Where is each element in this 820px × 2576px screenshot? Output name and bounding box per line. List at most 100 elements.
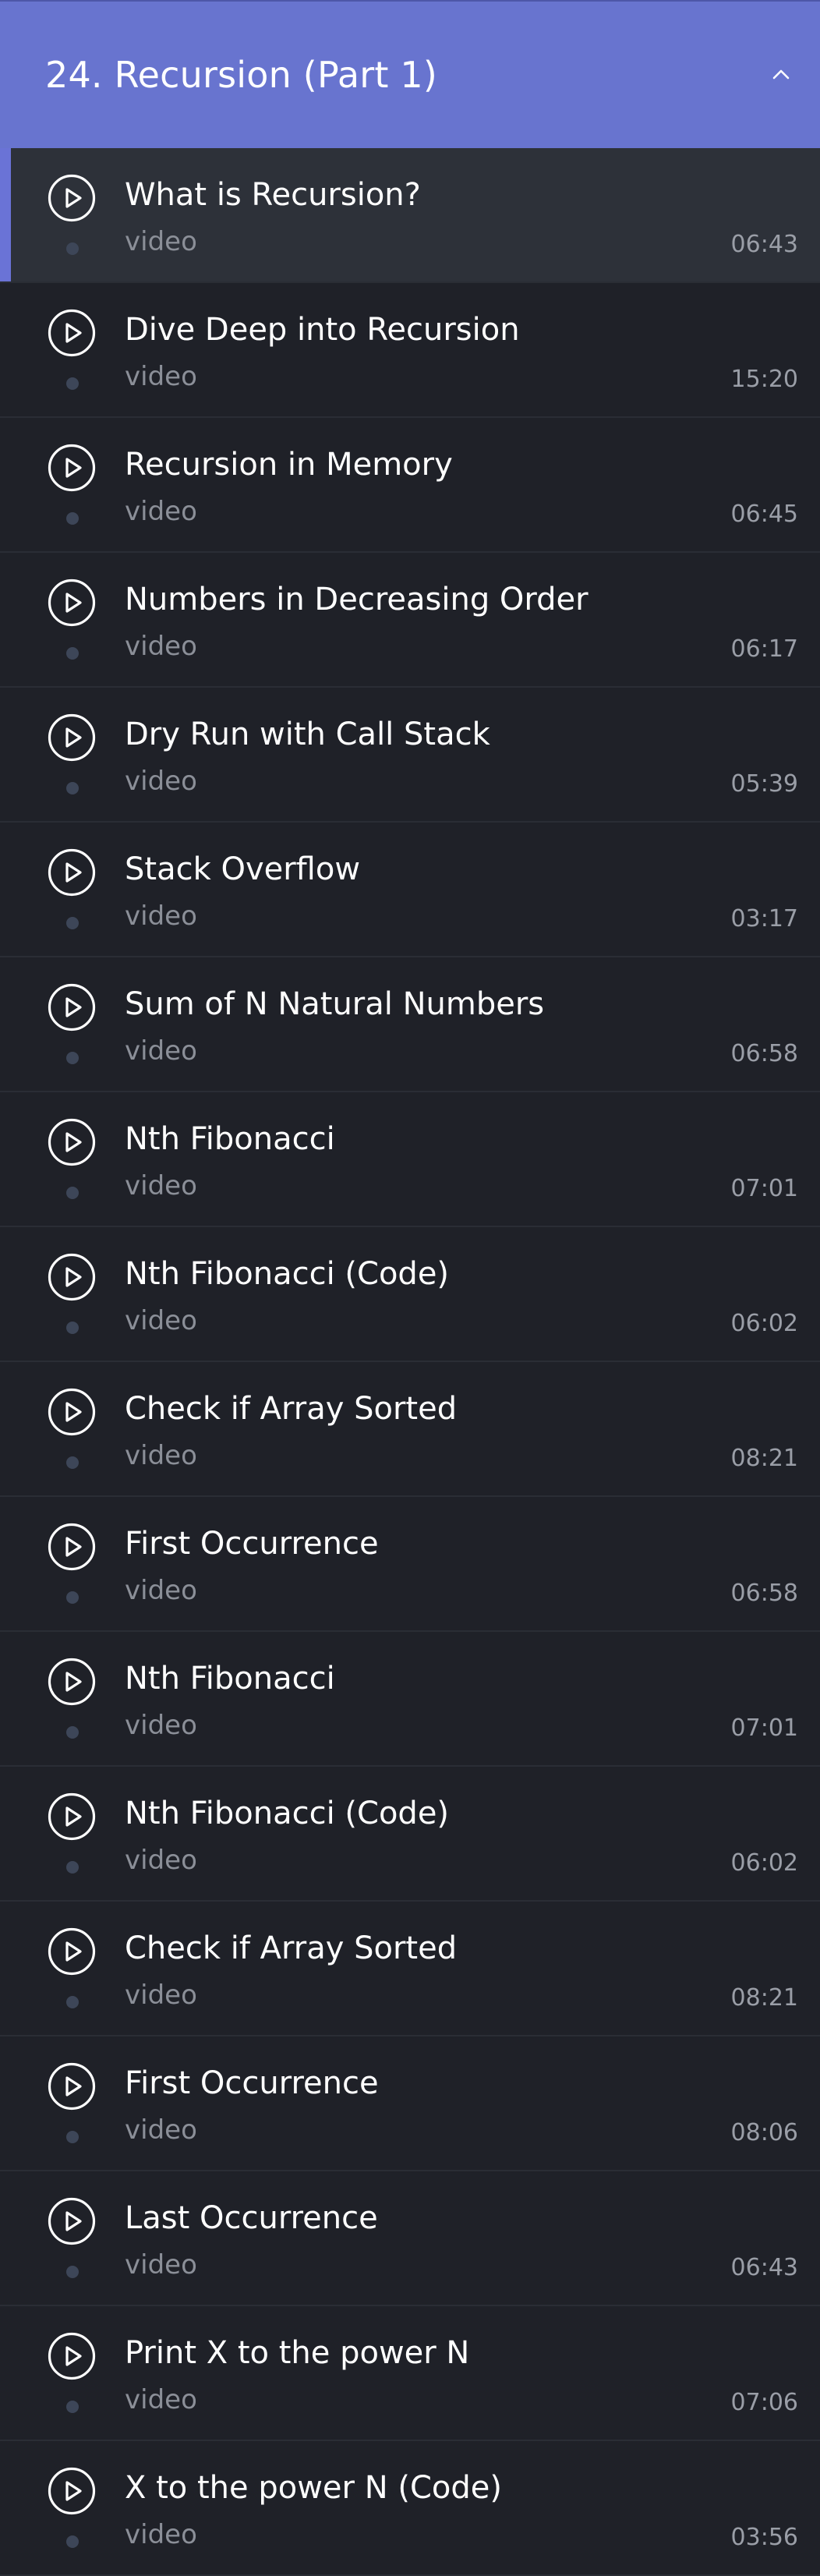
lesson-title: Nth Fibonacci (Code) <box>125 1256 450 1292</box>
section-header[interactable]: 24. Recursion (Part 1) <box>0 0 820 148</box>
lesson-title: Recursion in Memory <box>125 447 453 483</box>
lesson-item[interactable]: Stack Overflow video 03:17 <box>0 823 820 957</box>
completion-status-dot <box>66 1726 79 1739</box>
play-circle-icon[interactable] <box>47 2331 97 2381</box>
completion-status-dot <box>66 1187 79 1199</box>
lesson-title: What is Recursion? <box>125 177 421 213</box>
lesson-duration: 07:01 <box>730 1714 798 1742</box>
lesson-type: video <box>125 2249 197 2281</box>
play-circle-icon[interactable] <box>47 1927 97 1976</box>
lesson-item[interactable]: Recursion in Memory video 06:45 <box>0 418 820 553</box>
completion-status-dot <box>66 2535 79 2548</box>
play-circle-icon[interactable] <box>47 1657 97 1707</box>
lesson-duration: 06:43 <box>730 231 798 258</box>
completion-status-dot <box>66 1591 79 1604</box>
lesson-title: Check if Array Sorted <box>125 1930 458 1966</box>
completion-status-dot <box>66 917 79 929</box>
play-circle-icon[interactable] <box>47 713 97 763</box>
completion-status-dot <box>66 782 79 794</box>
lesson-item[interactable]: Nth Fibonacci video 07:01 <box>0 1092 820 1227</box>
completion-status-dot <box>66 2266 79 2278</box>
lesson-type: video <box>125 1845 197 1876</box>
completion-status-dot <box>66 1996 79 2008</box>
lesson-title: Stack Overflow <box>125 851 361 887</box>
lesson-type: video <box>125 1575 197 1606</box>
lesson-duration: 15:20 <box>730 366 798 393</box>
lesson-duration: 08:21 <box>730 1445 798 1472</box>
completion-status-dot <box>66 512 79 525</box>
section-title: 24. Recursion (Part 1) <box>45 54 437 96</box>
lesson-type: video <box>125 631 197 662</box>
lesson-item[interactable]: First Occurrence video 08:06 <box>0 2036 820 2171</box>
lesson-duration: 08:06 <box>730 2119 798 2146</box>
lesson-type: video <box>125 1710 197 1741</box>
lesson-title: Numbers in Decreasing Order <box>125 582 588 617</box>
play-circle-icon[interactable] <box>47 2196 97 2246</box>
lesson-type: video <box>125 1440 197 1471</box>
lesson-title: First Occurrence <box>125 1526 379 1562</box>
play-circle-icon[interactable] <box>47 173 97 223</box>
lesson-duration: 05:39 <box>730 770 798 798</box>
lesson-duration: 06:02 <box>730 1849 798 1877</box>
play-circle-icon[interactable] <box>47 847 97 897</box>
completion-status-dot <box>66 2131 79 2143</box>
completion-status-dot <box>66 1456 79 1469</box>
play-circle-icon[interactable] <box>47 578 97 628</box>
lesson-item[interactable]: Nth Fibonacci (Code) video 06:02 <box>0 1767 820 1902</box>
completion-status-dot <box>66 242 79 255</box>
play-circle-icon[interactable] <box>47 1522 97 1572</box>
lesson-type: video <box>125 1305 197 1336</box>
lesson-title: Nth Fibonacci <box>125 1661 335 1697</box>
lesson-item[interactable]: Last Occurrence video 06:43 <box>0 2171 820 2306</box>
lesson-item[interactable]: Sum of N Natural Numbers video 06:58 <box>0 957 820 1092</box>
lesson-item[interactable]: What is Recursion? video 06:43 <box>0 148 820 283</box>
lesson-type: video <box>125 901 197 932</box>
lesson-title: Sum of N Natural Numbers <box>125 986 545 1022</box>
lesson-title: First Occurrence <box>125 2065 379 2101</box>
play-circle-icon[interactable] <box>47 308 97 358</box>
play-circle-icon[interactable] <box>47 982 97 1032</box>
lesson-type: video <box>125 1980 197 2011</box>
lesson-duration: 07:06 <box>730 2389 798 2416</box>
lesson-duration: 06:45 <box>730 501 798 528</box>
lesson-title: Last Occurrence <box>125 2200 378 2236</box>
play-circle-icon[interactable] <box>47 2466 97 2516</box>
lesson-item[interactable]: First Occurrence video 06:58 <box>0 1497 820 1632</box>
chevron-up-icon[interactable] <box>767 61 795 89</box>
course-section-panel: 24. Recursion (Part 1) What is Recursion… <box>0 0 820 2576</box>
lesson-item[interactable]: Numbers in Decreasing Order video 06:17 <box>0 553 820 688</box>
lesson-item[interactable]: Print X to the power N video 07:06 <box>0 2306 820 2441</box>
play-circle-icon[interactable] <box>47 1387 97 1437</box>
lesson-type: video <box>125 766 197 797</box>
completion-status-dot <box>66 647 79 660</box>
lesson-title: Nth Fibonacci <box>125 1121 335 1157</box>
play-circle-icon[interactable] <box>47 443 97 493</box>
lesson-item[interactable]: Dive Deep into Recursion video 15:20 <box>0 283 820 418</box>
lesson-type: video <box>125 496 197 527</box>
lesson-item[interactable]: Nth Fibonacci (Code) video 06:02 <box>0 1227 820 1362</box>
lesson-duration: 03:17 <box>730 905 798 932</box>
lesson-type: video <box>125 2519 197 2550</box>
lesson-title: Dry Run with Call Stack <box>125 717 490 752</box>
play-circle-icon[interactable] <box>47 1792 97 1842</box>
lesson-duration: 06:02 <box>730 1310 798 1337</box>
lesson-item[interactable]: Check if Array Sorted video 08:21 <box>0 1902 820 2036</box>
lesson-type: video <box>125 226 197 257</box>
play-circle-icon[interactable] <box>47 1117 97 1167</box>
completion-status-dot <box>66 377 79 390</box>
lesson-list: What is Recursion? video 06:43 Dive Deep in… <box>0 148 820 2576</box>
lesson-type: video <box>125 361 197 392</box>
lesson-item[interactable]: Nth Fibonacci video 07:01 <box>0 1632 820 1767</box>
lesson-type: video <box>125 2114 197 2146</box>
play-circle-icon[interactable] <box>47 2061 97 2111</box>
play-circle-icon[interactable] <box>47 1252 97 1302</box>
lesson-item[interactable]: X to the power N (Code) video 03:56 <box>0 2441 820 2576</box>
completion-status-dot <box>66 1052 79 1064</box>
lesson-duration: 07:01 <box>730 1175 798 1202</box>
lesson-item[interactable]: Dry Run with Call Stack video 05:39 <box>0 688 820 823</box>
lesson-duration: 06:17 <box>730 635 798 663</box>
lesson-type: video <box>125 2384 197 2415</box>
lesson-item[interactable]: Check if Array Sorted video 08:21 <box>0 1362 820 1497</box>
lesson-duration: 06:43 <box>730 2254 798 2281</box>
lesson-title: X to the power N (Code) <box>125 2470 502 2506</box>
